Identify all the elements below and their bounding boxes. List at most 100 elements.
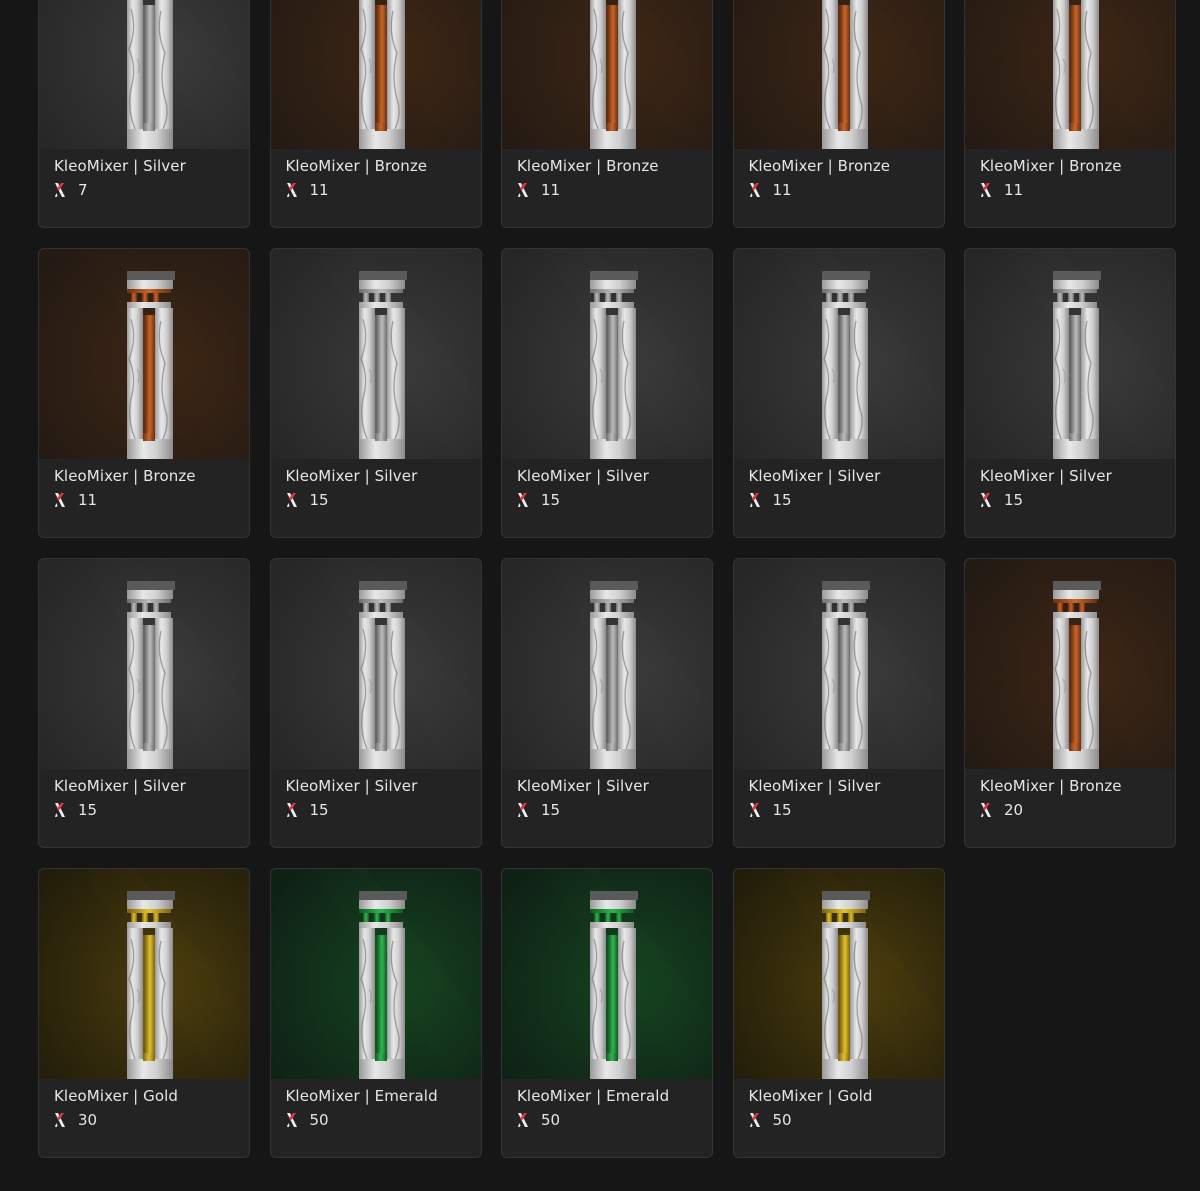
nft-thumbnail[interactable] (270, 249, 481, 459)
nft-card[interactable]: KleoMixer | Silver 15 (732, 558, 945, 848)
nft-card[interactable]: KleoMixer | Emerald 50 (501, 868, 713, 1158)
nft-title: KleoMixer | Silver (285, 777, 418, 795)
nft-thumbnail[interactable] (733, 559, 944, 769)
nft-card[interactable]: KleoMixer | Silver 15 (964, 248, 1176, 538)
nft-price: 50 (772, 1111, 792, 1129)
kleo-coin-icon (981, 183, 991, 197)
mixer-pillar-image (39, 0, 249, 149)
nft-card[interactable]: KleoMixer | Gold 30 (38, 868, 250, 1158)
nft-thumbnail[interactable] (502, 0, 712, 149)
nft-price-row: 11 (980, 181, 1023, 199)
nft-price: 50 (309, 1111, 329, 1129)
nft-title: KleoMixer | Bronze (285, 157, 428, 175)
kleo-coin-icon (981, 493, 991, 507)
nft-thumbnail[interactable] (965, 249, 1175, 459)
nft-thumbnail[interactable] (502, 869, 712, 1079)
nft-title: KleoMixer | Bronze (54, 467, 196, 485)
mixer-pillar-image (733, 249, 944, 459)
nft-title: KleoMixer | Bronze (748, 157, 891, 175)
nft-thumbnail[interactable] (270, 559, 481, 769)
nft-price-row: 11 (749, 181, 792, 199)
nft-thumbnail[interactable] (965, 559, 1175, 769)
nft-thumbnail[interactable] (733, 869, 944, 1079)
nft-thumbnail[interactable] (502, 559, 712, 769)
nft-thumbnail[interactable] (39, 249, 249, 459)
mixer-pillar-image (39, 869, 249, 1079)
nft-thumbnail[interactable] (733, 249, 944, 459)
nft-title: KleoMixer | Silver (54, 157, 186, 175)
kleo-coin-icon (55, 493, 65, 507)
nft-thumbnail[interactable] (270, 0, 481, 149)
nft-card[interactable]: KleoMixer | Bronze 20 (964, 558, 1176, 848)
nft-card[interactable]: KleoMixer | Silver 15 (269, 558, 482, 848)
nft-price: 7 (78, 181, 88, 199)
nft-card[interactable]: KleoMixer | Silver 15 (501, 558, 713, 848)
nft-price: 15 (772, 491, 792, 509)
nft-card[interactable]: KleoMixer | Silver 7 (38, 0, 250, 228)
mixer-pillar-image (965, 559, 1175, 769)
nft-price: 11 (541, 181, 561, 199)
nft-title: KleoMixer | Silver (980, 467, 1112, 485)
kleo-coin-icon (981, 803, 991, 817)
kleo-coin-icon (749, 1113, 760, 1127)
nft-price-row: 15 (749, 491, 792, 509)
kleo-coin-icon (286, 1113, 297, 1127)
nft-title: KleoMixer | Silver (285, 467, 418, 485)
kleo-coin-icon (286, 803, 297, 817)
nft-title: KleoMixer | Bronze (980, 777, 1122, 795)
nft-title: KleoMixer | Silver (517, 777, 649, 795)
kleo-coin-icon (749, 803, 760, 817)
nft-price: 15 (541, 801, 561, 819)
nft-card[interactable]: KleoMixer | Emerald 50 (269, 868, 482, 1158)
nft-card[interactable]: KleoMixer | Silver 15 (38, 558, 250, 848)
nft-thumbnail[interactable] (270, 869, 481, 1079)
kleo-coin-icon (518, 493, 528, 507)
nft-thumbnail[interactable] (39, 0, 249, 149)
nft-price: 15 (78, 801, 98, 819)
nft-card[interactable]: KleoMixer | Bronze 11 (732, 0, 945, 228)
mixer-pillar-image (733, 559, 944, 769)
nft-price: 50 (541, 1111, 561, 1129)
mixer-pillar-image (39, 559, 249, 769)
kleo-coin-icon (55, 1113, 65, 1127)
nft-grid: KleoMixer | Silver 7 KleoMixer | Bronze … (38, 0, 1176, 1158)
nft-title: KleoMixer | Bronze (980, 157, 1122, 175)
mixer-pillar-image (965, 249, 1175, 459)
nft-card[interactable]: KleoMixer | Bronze 11 (269, 0, 482, 228)
nft-price: 11 (772, 181, 792, 199)
nft-thumbnail[interactable] (965, 0, 1175, 149)
nft-price: 20 (1004, 801, 1024, 819)
nft-thumbnail[interactable] (39, 559, 249, 769)
nft-card[interactable]: KleoMixer | Bronze 11 (38, 248, 250, 538)
mixer-pillar-image (270, 559, 481, 769)
mixer-pillar-image (502, 869, 712, 1079)
nft-thumbnail[interactable] (733, 0, 944, 149)
mixer-pillar-image (502, 559, 712, 769)
nft-price-row: 11 (286, 181, 329, 199)
nft-price-row: 50 (749, 1111, 792, 1129)
nft-card[interactable]: KleoMixer | Silver 15 (269, 248, 482, 538)
nft-card[interactable]: KleoMixer | Bronze 11 (964, 0, 1176, 228)
nft-price: 15 (1004, 491, 1024, 509)
nft-thumbnail[interactable] (39, 869, 249, 1079)
nft-price: 15 (309, 491, 329, 509)
kleo-coin-icon (286, 493, 297, 507)
mixer-pillar-image (733, 869, 944, 1079)
nft-thumbnail[interactable] (502, 249, 712, 459)
nft-card[interactable]: KleoMixer | Silver 15 (732, 248, 945, 538)
nft-card[interactable]: KleoMixer | Gold 50 (732, 868, 945, 1158)
nft-card[interactable]: KleoMixer | Bronze 11 (501, 0, 713, 228)
nft-price-row: 30 (54, 1111, 97, 1129)
nft-price: 15 (541, 491, 561, 509)
nft-price-row: 15 (286, 491, 329, 509)
nft-title: KleoMixer | Silver (748, 777, 881, 795)
nft-card[interactable]: KleoMixer | Silver 15 (501, 248, 713, 538)
nft-title: KleoMixer | Silver (54, 777, 186, 795)
mixer-pillar-image (270, 0, 481, 149)
kleo-coin-icon (749, 183, 760, 197)
nft-price-row: 20 (980, 801, 1023, 819)
kleo-coin-icon (749, 493, 760, 507)
kleo-coin-icon (55, 803, 65, 817)
kleo-coin-icon (518, 183, 528, 197)
nft-title: KleoMixer | Gold (748, 1087, 873, 1105)
